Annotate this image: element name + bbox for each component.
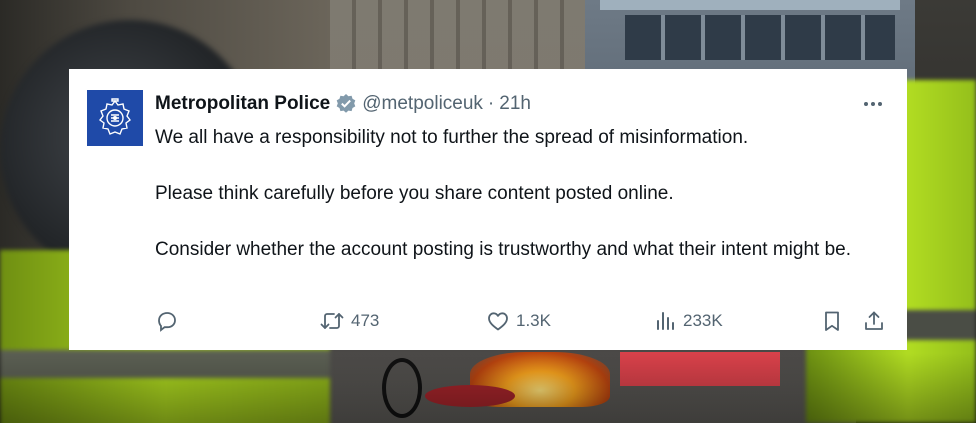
views-button[interactable]: 233K [653, 307, 723, 335]
avatar[interactable] [87, 90, 143, 146]
tweet-paragraph: We all have a responsibility not to furt… [155, 127, 749, 148]
tweet-paragraph: Consider whether the account posting is … [155, 239, 851, 260]
separator-dot: · [487, 93, 495, 114]
heart-icon [488, 312, 508, 331]
more-options-icon[interactable] [859, 95, 887, 113]
reply-button[interactable] [155, 307, 179, 335]
tweet-header: Metropolitan Police @metpoliceuk · 21h [155, 91, 531, 117]
reply-icon [158, 312, 176, 332]
tweet-text: We all have a responsibility not to furt… [155, 124, 885, 264]
tweet-card: Metropolitan Police @metpoliceuk · 21h W… [69, 69, 907, 350]
views-bar-chart-icon [657, 312, 674, 330]
share-button[interactable] [862, 307, 886, 335]
retweet-icon [320, 313, 344, 329]
verified-badge-icon[interactable] [335, 93, 357, 115]
like-count: 1.3K [516, 311, 551, 330]
tweet-paragraph: Please think carefully before you share … [155, 183, 674, 204]
tweet-actions-bar: 473 1.3K 233K [155, 307, 890, 335]
tweet-timestamp[interactable]: 21h [499, 93, 531, 115]
share-icon [865, 311, 883, 330]
author-name[interactable]: Metropolitan Police [155, 93, 330, 115]
background-shadow [0, 353, 976, 423]
retweet-button[interactable]: 473 [319, 307, 379, 335]
bookmark-button[interactable] [820, 307, 844, 335]
met-police-crest-logo [99, 98, 131, 135]
like-button[interactable]: 1.3K [486, 307, 551, 335]
retweet-count: 473 [351, 311, 380, 330]
background-sky [600, 0, 900, 10]
author-handle[interactable]: @metpoliceuk [362, 93, 483, 115]
bookmark-icon [825, 311, 839, 331]
views-count: 233K [683, 311, 723, 330]
